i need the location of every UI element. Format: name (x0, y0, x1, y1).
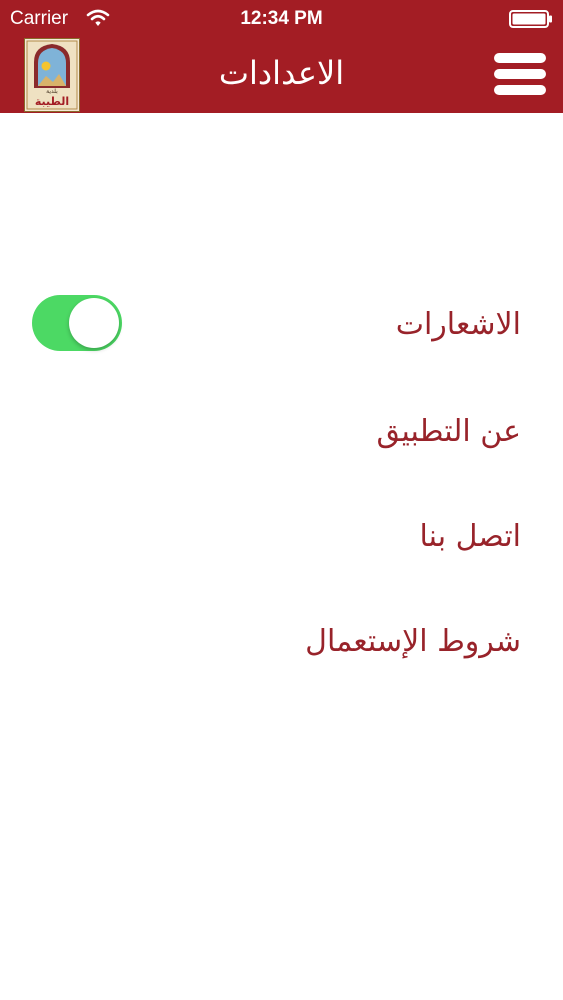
battery-icon (509, 10, 552, 28)
toggle-knob (69, 298, 119, 348)
logo-text: الطيبة (35, 95, 69, 108)
status-time: 12:34 PM (240, 8, 323, 29)
settings-item-contact-us[interactable]: اتصل بنا (41, 507, 522, 567)
page-title: الاعدادات (218, 54, 345, 92)
settings-item-label: عن التطبيق (376, 414, 521, 449)
settings-item-about-app[interactable]: عن التطبيق (41, 402, 521, 462)
app-header: Carrier 12:34 PM بلدية الطيبة الاعدادات (0, 0, 563, 113)
settings-item-label: اتصل بنا (419, 519, 522, 554)
status-bar: Carrier 12:34 PM (0, 0, 563, 38)
settings-item-terms-of-use[interactable]: شروط الإستعمال (41, 612, 521, 672)
settings-item-label: الاشعارات (395, 307, 521, 342)
hamburger-menu-icon[interactable] (494, 50, 546, 98)
notifications-toggle[interactable] (32, 295, 122, 351)
settings-item-label: شروط الإستعمال (305, 624, 521, 659)
